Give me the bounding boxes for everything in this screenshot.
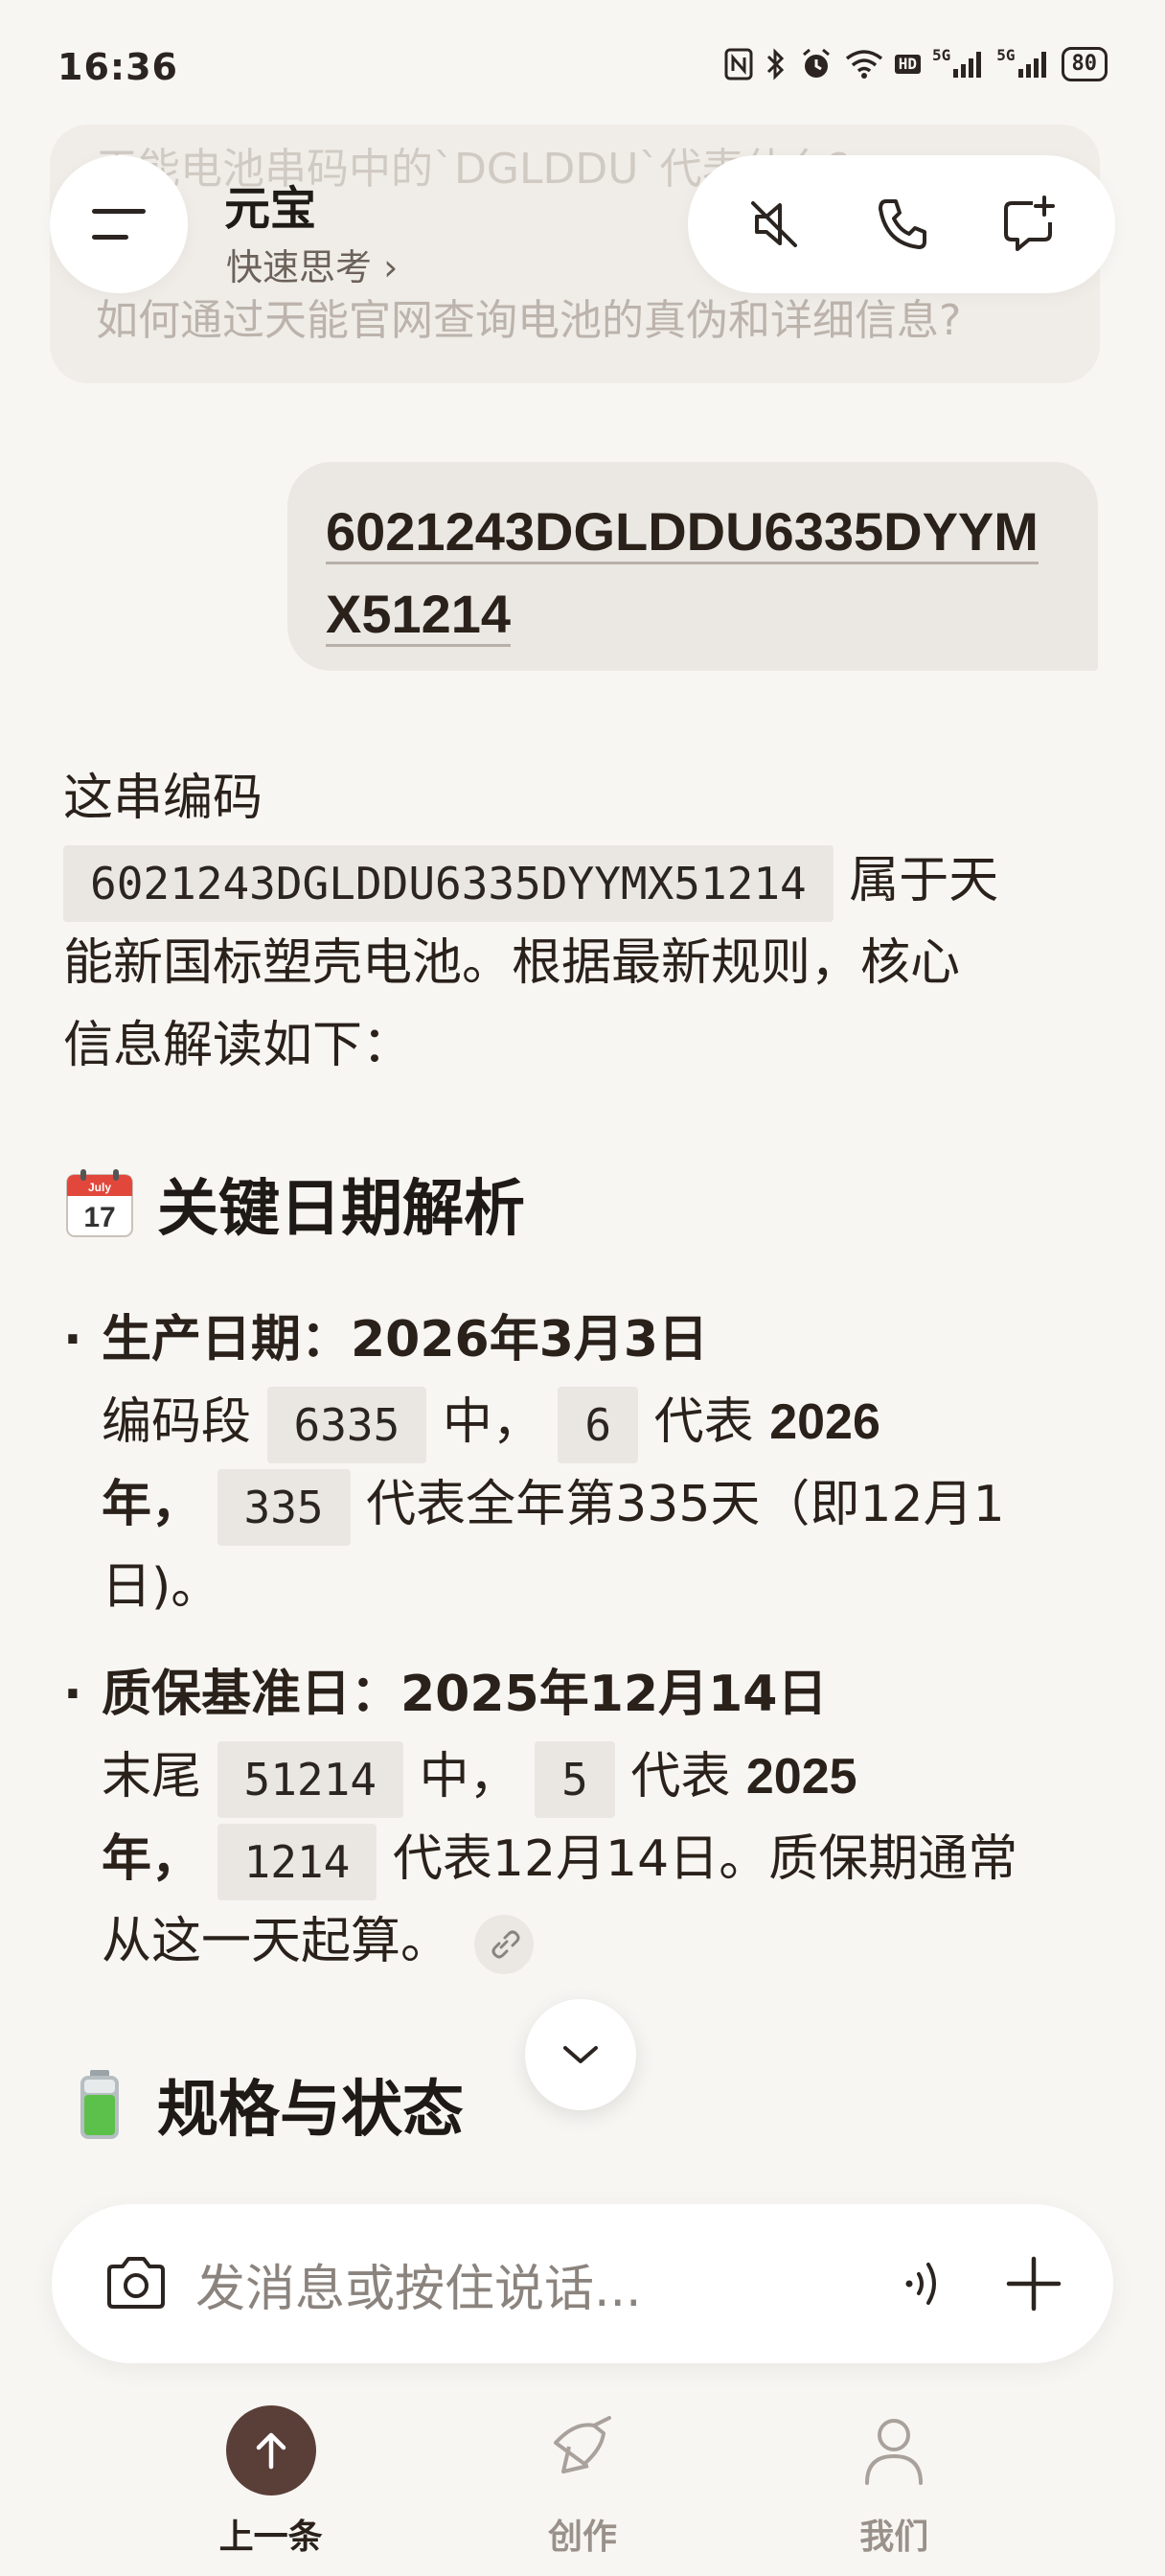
voice-button[interactable] — [883, 2242, 966, 2325]
bluetooth-icon — [765, 46, 788, 82]
call-button[interactable] — [858, 181, 945, 267]
nav-label: 创作 — [547, 2518, 617, 2557]
signal-icon-2: 5G — [996, 46, 1049, 82]
create-pen-icon — [553, 2416, 611, 2473]
source-link-button[interactable] — [473, 1915, 534, 1974]
wifi-icon — [845, 46, 883, 82]
inline-code: 6 — [558, 1387, 639, 1463]
thinking-mode-selector[interactable]: 快速思考 › — [226, 238, 398, 290]
section-title: 规格与状态 — [157, 2075, 464, 2146]
nav-item-previous[interactable]: 上一条 — [194, 2405, 348, 2559]
section-title: 关键日期解析 — [157, 1174, 525, 1245]
voice-wave-icon — [905, 2263, 936, 2305]
svg-text:July: July — [88, 1181, 111, 1194]
new-chat-button[interactable] — [986, 181, 1072, 267]
list-item-production-date: · 生产日期：2026年3月3日 编码段 6335 中， 6 代表 2026 年… — [63, 1299, 1098, 1628]
message-input[interactable]: 发消息或按住说话... — [195, 2248, 857, 2320]
status-icons: HD 5G 5G 80 — [724, 46, 1108, 82]
add-attachment-button[interactable] — [993, 2242, 1075, 2325]
status-time: 16:36 — [57, 46, 178, 88]
link-icon — [491, 1930, 520, 1959]
battery-icon — [80, 2070, 119, 2139]
inline-code: 1214 — [217, 1824, 377, 1900]
message-input-bar: 发消息或按住说话... — [52, 2204, 1113, 2363]
nav-item-create[interactable]: 创作 — [506, 2405, 659, 2559]
item-title: 质保基准日：2025年12月14日 — [102, 1666, 828, 1723]
speaker-muted-icon — [751, 201, 798, 247]
item-title: 生产日期：2026年3月3日 — [102, 1311, 709, 1368]
menu-icon — [92, 209, 146, 240]
camera-button[interactable] — [98, 2245, 174, 2322]
nav-item-me[interactable]: 我们 — [817, 2405, 971, 2559]
bottom-navigation: 上一条 创作 我们 — [0, 2405, 1165, 2576]
nav-label: 上一条 — [218, 2518, 323, 2557]
header-actions — [688, 155, 1115, 293]
new-chat-icon — [1003, 196, 1055, 251]
hd-icon: HD — [894, 46, 921, 82]
person-icon — [865, 2419, 924, 2485]
svg-text:17: 17 — [83, 1202, 115, 1233]
battery-icon: 80 — [1061, 46, 1108, 82]
inline-code: 6335 — [266, 1387, 427, 1463]
inline-code: 335 — [217, 1469, 351, 1546]
signal-icon-1: 5G — [932, 46, 985, 82]
calendar-icon: July 17 — [66, 1169, 133, 1237]
inline-code: 6021243DGLDDU6335DYYMX51214 — [63, 845, 834, 922]
alarm-icon — [799, 46, 834, 82]
camera-icon — [107, 2257, 165, 2309]
user-message-text: 6021243DGLDDU6335DYYM X51214 — [326, 491, 1060, 656]
user-message-bubble[interactable]: 6021243DGLDDU6335DYYM X51214 — [287, 462, 1098, 671]
inline-code: 51214 — [217, 1741, 404, 1818]
scroll-to-bottom-button[interactable] — [525, 1999, 636, 2110]
plus-icon — [1006, 2256, 1062, 2312]
nfc-icon — [724, 46, 753, 82]
section-heading-dates: July 17 关键日期解析 — [63, 1160, 525, 1248]
menu-button[interactable] — [50, 155, 188, 293]
response-intro: 这串编码 6021243DGLDDU6335DYYMX51214 属于天 能新国… — [63, 770, 999, 1074]
app-title: 元宝 — [224, 182, 317, 236]
section-heading-specs: 规格与状态 — [63, 2060, 464, 2149]
list-item-warranty-date: · 质保基准日：2025年12月14日 末尾 51214 中， 5 代表 202… — [63, 1653, 1098, 1983]
suggestion-question-2[interactable]: 如何通过天能官网查询电池的真伪和详细信息? — [96, 286, 961, 347]
nav-label: 我们 — [859, 2518, 929, 2557]
mute-button[interactable] — [731, 181, 817, 267]
status-bar: 16:36 HD 5G 5G 80 — [0, 0, 1165, 134]
arrow-up-icon — [256, 2432, 286, 2470]
phone-icon — [878, 199, 926, 249]
inline-code: 5 — [535, 1741, 615, 1818]
battery-level: 80 — [1061, 47, 1108, 81]
chevron-down-icon — [563, 2046, 598, 2063]
